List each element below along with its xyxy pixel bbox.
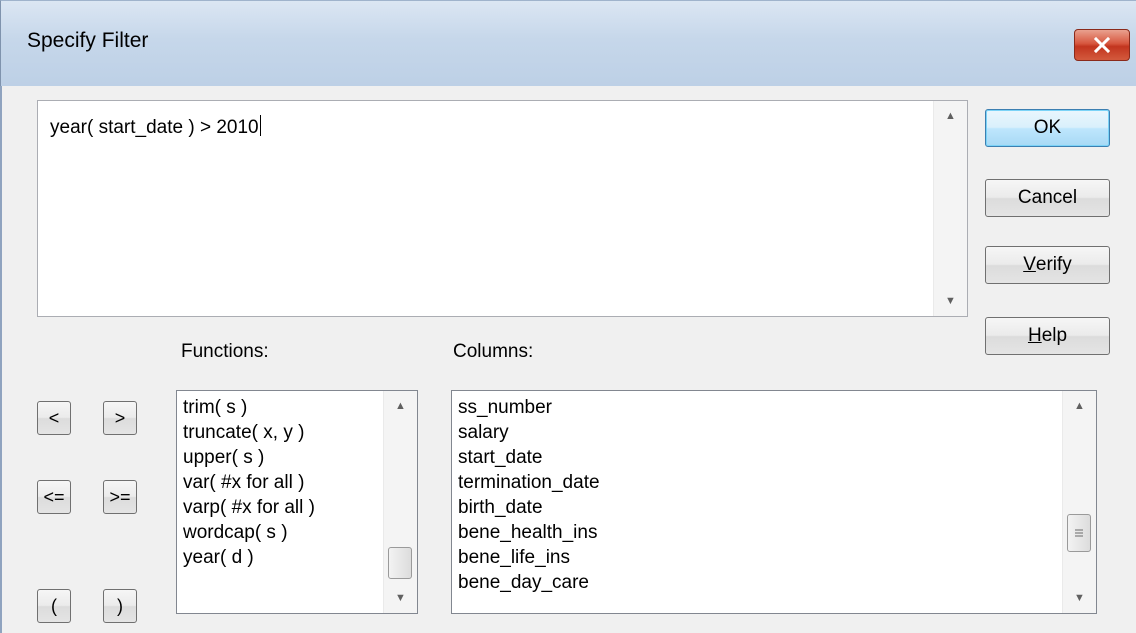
window-title: Specify Filter [27,29,149,52]
less-equal-button[interactable]: <= [37,480,71,514]
less-than-button[interactable]: < [37,401,71,435]
function-item[interactable]: var( #x for all ) [183,470,315,495]
help-button[interactable]: Help [985,317,1110,355]
function-item[interactable]: varp( #x for all ) [183,495,315,520]
scroll-down-arrow-icon[interactable]: ▼ [1063,583,1096,613]
columns-list[interactable]: ss_number salary start_date termination_… [451,390,1097,614]
function-item[interactable]: truncate( x, y ) [183,420,315,445]
cancel-button[interactable]: Cancel [985,179,1110,217]
columns-label: Columns: [453,341,534,362]
verify-button-label: erify [1035,254,1072,275]
column-item[interactable]: birth_date [458,495,600,520]
scroll-up-arrow-icon[interactable]: ▲ [1063,391,1096,421]
greater-than-button[interactable]: > [103,401,137,435]
functions-scrollbar[interactable]: ▲ ▼ [383,391,417,613]
help-accel-key: H [1027,325,1042,346]
column-item[interactable]: bene_day_care [458,570,600,595]
close-paren-button[interactable]: ) [103,589,137,623]
column-item[interactable]: bene_health_ins [458,520,600,545]
function-item[interactable]: wordcap( s ) [183,520,315,545]
scroll-down-arrow-icon[interactable]: ▼ [384,583,417,613]
greater-equal-button[interactable]: >= [103,480,137,514]
columns-scroll-thumb[interactable] [1067,514,1091,552]
filter-expression-editor[interactable]: year( start_date ) > 2010 ▲ ▼ [37,100,968,317]
ok-button[interactable]: OK [985,109,1110,147]
verify-accel-key: V [1023,254,1036,275]
function-item[interactable]: trim( s ) [183,395,315,420]
title-bar: Specify Filter [0,0,1136,86]
open-paren-button[interactable]: ( [37,589,71,623]
close-button[interactable] [1074,29,1130,61]
column-item[interactable]: start_date [458,445,600,470]
grip-icon [1075,529,1083,537]
functions-label: Functions: [181,341,269,362]
scroll-up-arrow-icon[interactable]: ▲ [384,391,417,421]
column-item[interactable]: salary [458,420,600,445]
filter-expression-text: year( start_date ) > 2010 [50,117,259,138]
columns-scrollbar[interactable]: ▲ ▼ [1062,391,1096,613]
editor-scrollbar[interactable]: ▲ ▼ [933,101,967,316]
scroll-down-arrow-icon[interactable]: ▼ [934,286,967,316]
column-item[interactable]: termination_date [458,470,600,495]
scroll-up-arrow-icon[interactable]: ▲ [934,101,967,131]
functions-scroll-thumb[interactable] [388,547,412,579]
function-item[interactable]: upper( s ) [183,445,315,470]
column-item[interactable]: bene_life_ins [458,545,600,570]
functions-list[interactable]: trim( s ) truncate( x, y ) upper( s ) va… [176,390,418,614]
verify-button[interactable]: Verify [985,246,1110,284]
text-caret [259,115,261,136]
close-icon [1075,30,1129,60]
help-button-label: elp [1041,325,1068,346]
function-item[interactable]: year( d ) [183,545,315,570]
column-item[interactable]: ss_number [458,395,600,420]
